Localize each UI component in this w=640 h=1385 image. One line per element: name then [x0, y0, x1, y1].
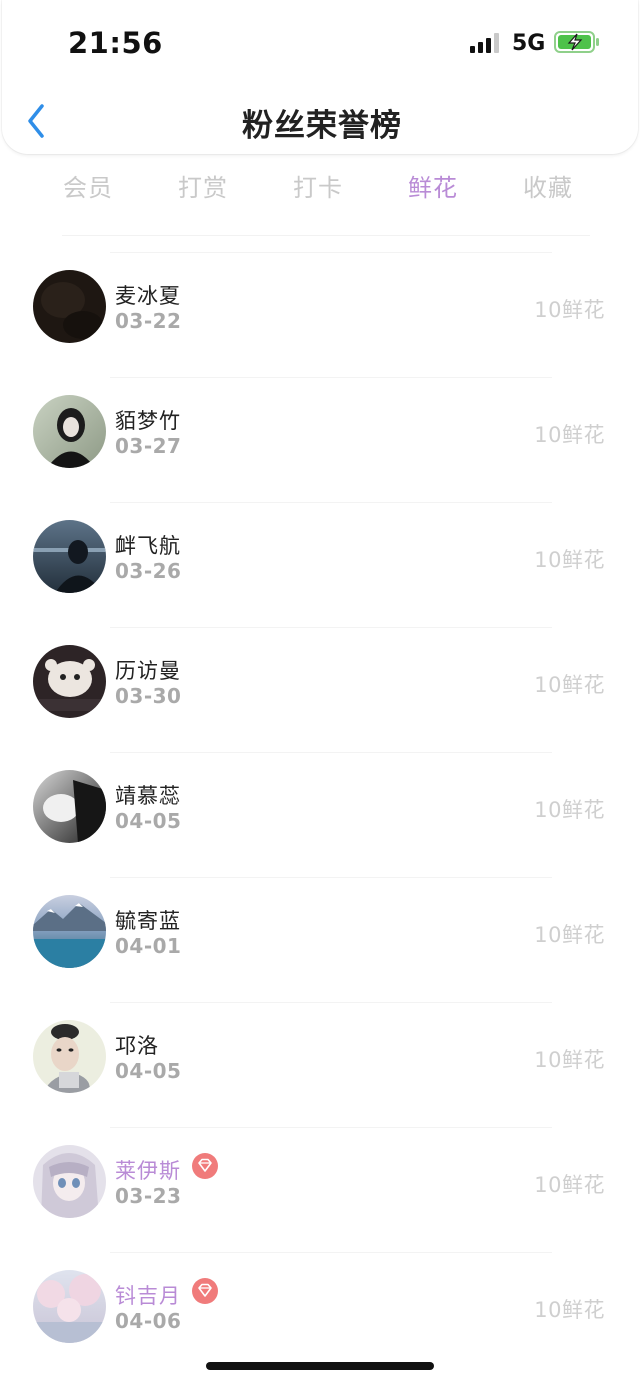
- list-item[interactable]: 邛洛 04-05 10鲜花: [0, 1002, 640, 1127]
- fan-date: 03-27: [115, 434, 182, 458]
- fan-name: 邛洛: [115, 1034, 159, 1058]
- divider: [110, 1252, 552, 1253]
- signal-icon: [470, 33, 502, 53]
- avatar[interactable]: [33, 895, 106, 968]
- avatar[interactable]: [33, 1020, 106, 1093]
- status-time: 21:56: [68, 26, 163, 60]
- home-indicator[interactable]: [206, 1362, 434, 1370]
- tab-reward[interactable]: 打赏: [148, 168, 258, 203]
- tab-favorites[interactable]: 收藏: [493, 168, 603, 203]
- divider: [110, 377, 552, 378]
- flower-count: 10鲜花: [534, 298, 605, 322]
- page-title: 粉丝荣誉榜: [242, 108, 402, 144]
- diamond-badge-icon: [192, 1153, 218, 1179]
- flower-count: 10鲜花: [534, 798, 605, 822]
- avatar[interactable]: [33, 1145, 106, 1218]
- tab-checkin[interactable]: 打卡: [263, 168, 373, 203]
- flower-count: 10鲜花: [534, 423, 605, 447]
- list-item[interactable]: 麦冰夏 03-22 10鲜花: [0, 252, 640, 377]
- fan-date: 04-01: [115, 934, 182, 958]
- fan-name: 衅飞航: [115, 534, 181, 558]
- header: 21:56 5G 粉丝荣誉榜: [2, 0, 638, 154]
- fan-date: 04-06: [115, 1309, 182, 1333]
- fan-name: 钭吉月: [115, 1284, 181, 1308]
- list-item[interactable]: 历访曼 03-30 10鲜花: [0, 627, 640, 752]
- fan-date: 03-23: [115, 1184, 182, 1208]
- divider: [110, 752, 552, 753]
- fan-name: 莱伊斯: [115, 1159, 181, 1183]
- avatar[interactable]: [33, 520, 106, 593]
- avatar[interactable]: [33, 1270, 106, 1343]
- avatar[interactable]: [33, 270, 106, 343]
- tab-flowers[interactable]: 鲜花: [378, 168, 488, 203]
- battery-icon: [554, 31, 600, 53]
- divider: [110, 877, 552, 878]
- fan-date: 03-26: [115, 559, 182, 583]
- fan-date: 04-05: [115, 1059, 182, 1083]
- flower-count: 10鲜花: [534, 1048, 605, 1072]
- divider: [110, 1127, 552, 1128]
- divider: [110, 252, 552, 253]
- fan-name: 历访曼: [115, 659, 181, 683]
- divider: [62, 235, 590, 236]
- network-label: 5G: [512, 31, 546, 56]
- divider: [110, 502, 552, 503]
- avatar[interactable]: [33, 770, 106, 843]
- avatar[interactable]: [33, 395, 106, 468]
- list-item[interactable]: 靖慕蕊 04-05 10鲜花: [0, 752, 640, 877]
- fan-name: 靖慕蕊: [115, 784, 181, 808]
- fan-honor-page: 21:56 5G 粉丝荣誉榜 会员 打赏 打卡 鲜花 收藏 麦冰夏 03-22 …: [0, 0, 640, 1385]
- list-item[interactable]: 貊梦竹 03-27 10鲜花: [0, 377, 640, 502]
- tab-bar: 会员 打赏 打卡 鲜花 收藏: [0, 168, 640, 208]
- list-item[interactable]: 衅飞航 03-26 10鲜花: [0, 502, 640, 627]
- flower-count: 10鲜花: [534, 1173, 605, 1197]
- fan-date: 03-30: [115, 684, 182, 708]
- flower-count: 10鲜花: [534, 673, 605, 697]
- fan-name: 毓寄蓝: [115, 909, 181, 933]
- list-item[interactable]: 莱伊斯 03-23 10鲜花: [0, 1127, 640, 1252]
- diamond-badge-icon: [192, 1278, 218, 1304]
- avatar[interactable]: [33, 645, 106, 718]
- flower-count: 10鲜花: [534, 1298, 605, 1322]
- list-item[interactable]: 毓寄蓝 04-01 10鲜花: [0, 877, 640, 1002]
- flower-count: 10鲜花: [534, 548, 605, 572]
- divider: [110, 1002, 552, 1003]
- list-item[interactable]: 钭吉月 04-06 10鲜花: [0, 1252, 640, 1377]
- fan-name: 貊梦竹: [115, 409, 181, 433]
- fan-name: 麦冰夏: [115, 284, 181, 308]
- fan-date: 04-05: [115, 809, 182, 833]
- tab-member[interactable]: 会员: [33, 168, 143, 203]
- fan-date: 03-22: [115, 309, 182, 333]
- divider: [110, 627, 552, 628]
- flower-count: 10鲜花: [534, 923, 605, 947]
